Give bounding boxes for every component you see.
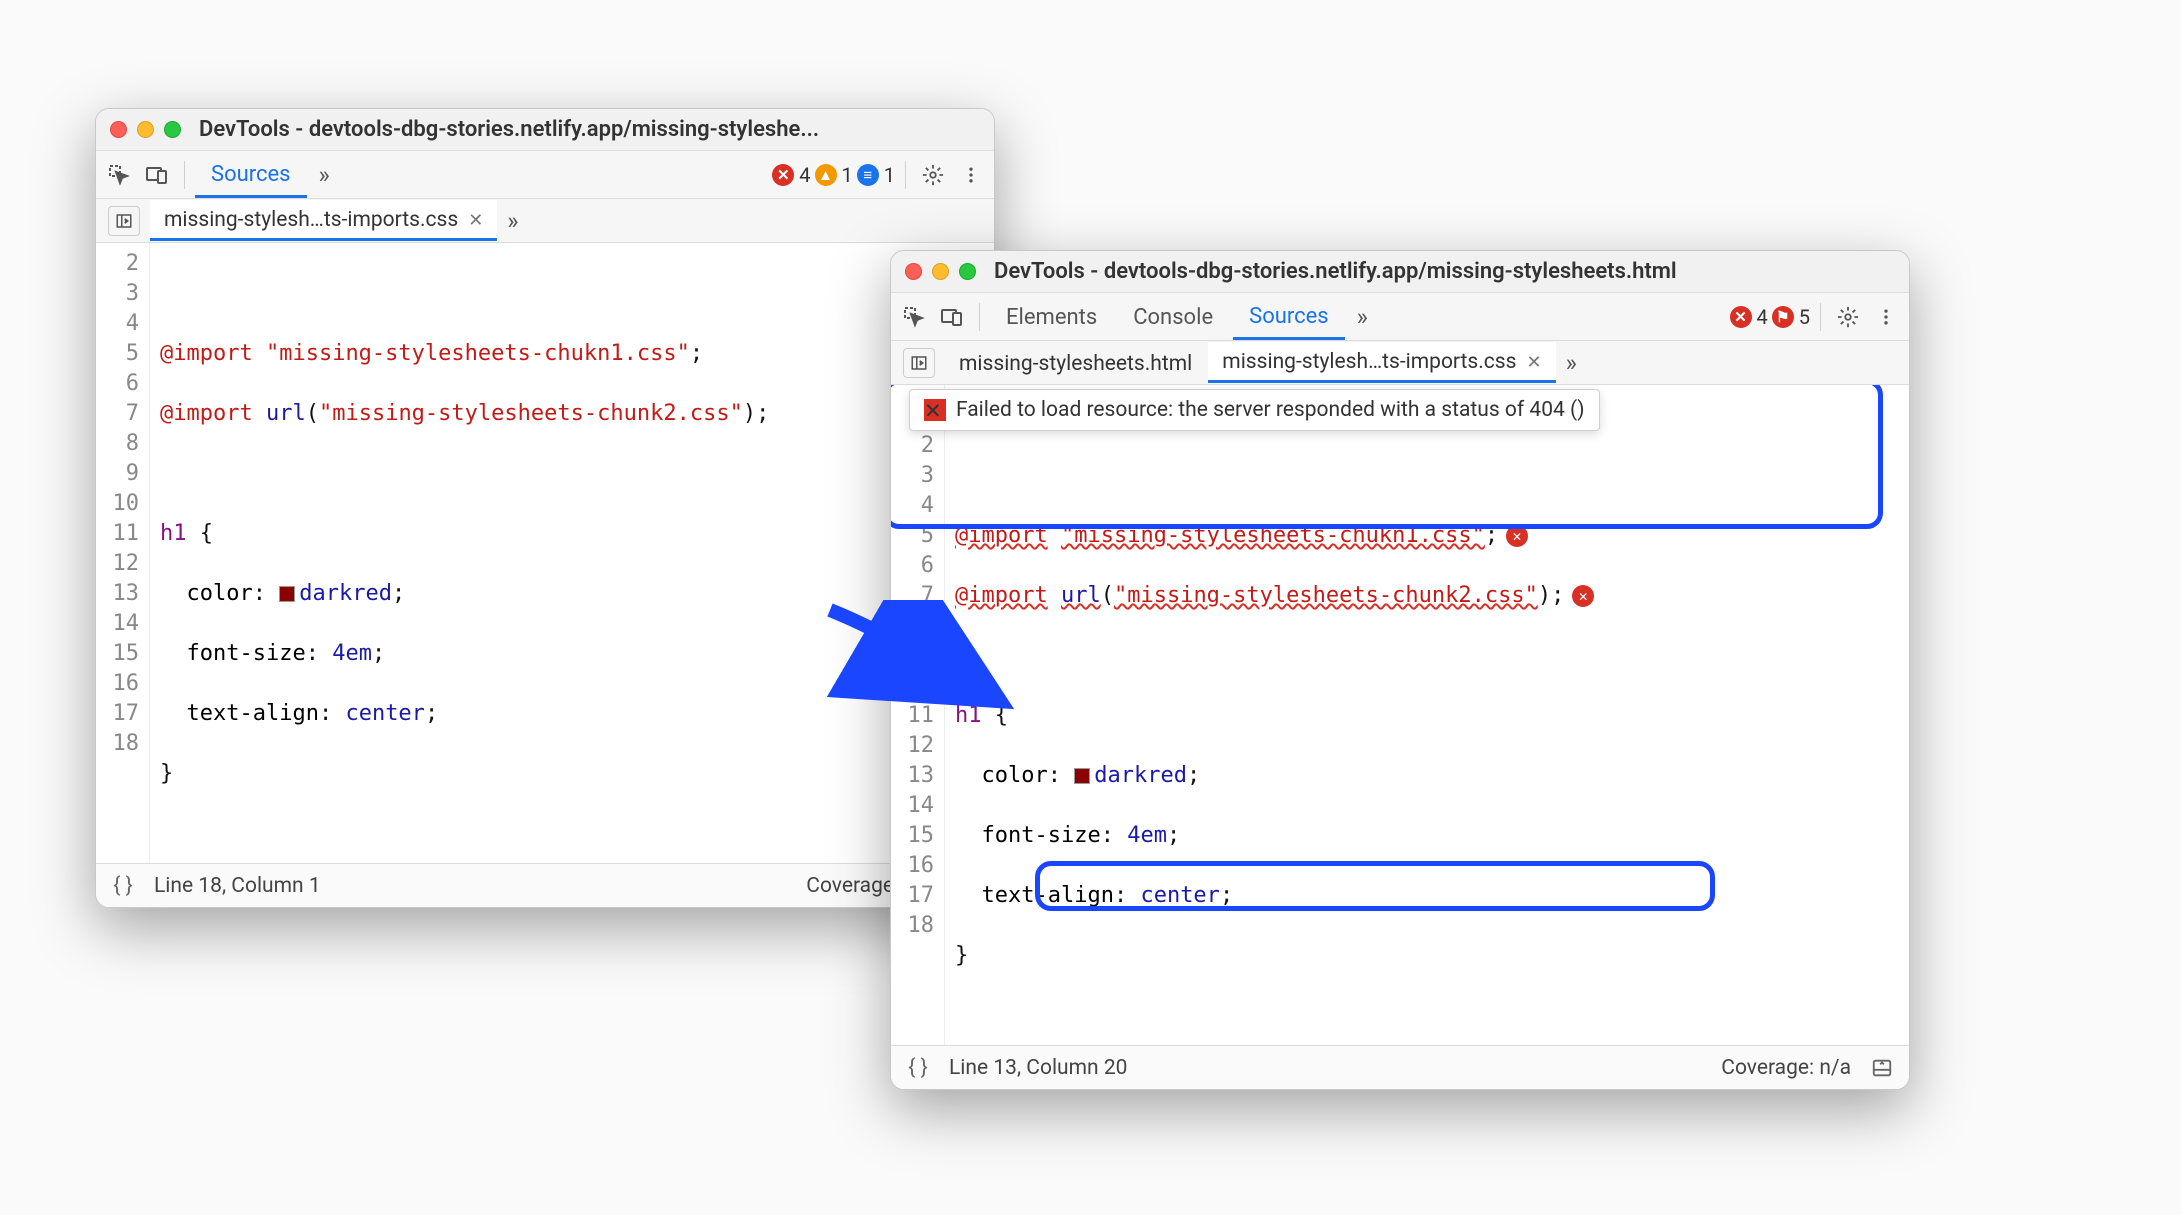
maximize-window-button[interactable] (164, 121, 181, 138)
more-files-icon[interactable]: » (499, 207, 526, 235)
inline-error-icon[interactable]: ✕ (1506, 525, 1528, 547)
device-toolbar-icon[interactable] (935, 300, 969, 334)
more-menu-icon[interactable] (1869, 300, 1903, 334)
color-swatch-icon[interactable] (1074, 768, 1090, 784)
cursor-position: Line 13, Column 20 (949, 1056, 1127, 1080)
error-count-badge[interactable]: ✕4 (772, 163, 810, 187)
file-tabstrip: missing-stylesheets.html missing-stylesh… (891, 341, 1909, 385)
file-tab-html[interactable]: missing-stylesheets.html (945, 344, 1206, 382)
info-count-badge[interactable]: ≡1 (857, 163, 895, 187)
more-files-icon[interactable]: » (1558, 349, 1585, 377)
file-tab-label: missing-stylesh…ts-imports.css (1222, 350, 1516, 374)
pretty-print-icon[interactable]: { } (905, 1055, 931, 1081)
maximize-window-button[interactable] (959, 263, 976, 280)
close-tab-icon[interactable]: ✕ (468, 210, 483, 231)
tooltip-text: Failed to load resource: the server resp… (956, 398, 1585, 422)
inline-error-icon[interactable]: ✕ (1572, 585, 1594, 607)
issues-count-badge[interactable]: ⚑5 (1772, 305, 1810, 329)
more-tabs-icon[interactable]: » (311, 161, 338, 189)
inspect-element-icon[interactable] (897, 300, 931, 334)
more-tabs-icon[interactable]: » (1349, 303, 1376, 331)
settings-icon[interactable] (1831, 300, 1865, 334)
warning-count-badge[interactable]: ▲1 (815, 163, 853, 187)
code-editor[interactable]: 23456789101112131415161718 @import "miss… (96, 243, 994, 863)
annotation-arrow-icon (820, 600, 1020, 720)
tab-sources[interactable]: Sources (1233, 294, 1345, 340)
devtools-window-right: DevTools - devtools-dbg-stories.netlify.… (890, 250, 1910, 1090)
cursor-position: Line 18, Column 1 (154, 874, 321, 898)
minimize-window-button[interactable] (137, 121, 154, 138)
tab-console[interactable]: Console (1117, 295, 1229, 338)
warning-icon: ▲ (815, 164, 837, 186)
main-tabstrip: Elements Console Sources » ✕4 ⚑5 (891, 293, 1909, 341)
navigator-toggle-icon[interactable] (108, 206, 140, 236)
minimize-window-button[interactable] (932, 263, 949, 280)
tab-sources[interactable]: Sources (195, 152, 307, 198)
code-editor[interactable]: ✕ Failed to load resource: the server re… (891, 385, 1909, 1045)
status-bar: { } Line 13, Column 20 Coverage: n/a (891, 1045, 1909, 1089)
file-tab-css[interactable]: missing-stylesh…ts-imports.css ✕ (150, 200, 497, 241)
navigator-toggle-icon[interactable] (903, 348, 935, 378)
settings-icon[interactable] (916, 158, 950, 192)
error-icon: ✕ (772, 164, 794, 186)
titlebar: DevTools - devtools-dbg-stories.netlify.… (96, 109, 994, 151)
traffic-lights (110, 121, 181, 138)
error-icon: ✕ (924, 399, 946, 421)
window-title: DevTools - devtools-dbg-stories.netlify.… (994, 259, 1677, 284)
coverage-status: Coverage: n/a (1721, 1056, 1851, 1080)
tab-elements[interactable]: Elements (990, 295, 1113, 338)
file-tabstrip: missing-stylesh…ts-imports.css ✕ » (96, 199, 994, 243)
window-title: DevTools - devtools-dbg-stories.netlify.… (199, 117, 819, 142)
titlebar: DevTools - devtools-dbg-stories.netlify.… (891, 251, 1909, 293)
error-icon: ✕ (1730, 306, 1752, 328)
inspect-element-icon[interactable] (102, 158, 136, 192)
color-swatch-icon[interactable] (279, 586, 295, 602)
traffic-lights (905, 263, 976, 280)
close-window-button[interactable] (905, 263, 922, 280)
file-tab-label: missing-stylesheets.html (959, 352, 1192, 376)
code-area[interactable]: @import "missing-stylesheets-chukn1.css"… (945, 385, 1909, 1045)
bottom-drawer-icon[interactable] (1869, 1055, 1895, 1081)
file-tab-label: missing-stylesh…ts-imports.css (164, 208, 458, 232)
more-menu-icon[interactable] (954, 158, 988, 192)
main-tabstrip: Sources » ✕4 ▲1 ≡1 (96, 151, 994, 199)
device-toolbar-icon[interactable] (140, 158, 174, 192)
pretty-print-icon[interactable]: { } (110, 873, 136, 899)
error-count-badge[interactable]: ✕4 (1730, 305, 1768, 329)
info-icon: ≡ (857, 164, 879, 186)
error-tooltip: ✕ Failed to load resource: the server re… (909, 389, 1600, 431)
close-window-button[interactable] (110, 121, 127, 138)
file-tab-css[interactable]: missing-stylesh…ts-imports.css ✕ (1208, 342, 1555, 383)
status-bar: { } Line 18, Column 1 Coverage: n/a (96, 863, 994, 907)
devtools-window-left: DevTools - devtools-dbg-stories.netlify.… (95, 108, 995, 908)
code-area[interactable]: @import "missing-stylesheets-chukn1.css"… (150, 243, 994, 863)
issue-icon: ⚑ (1772, 306, 1794, 328)
close-tab-icon[interactable]: ✕ (1526, 352, 1541, 373)
line-gutter: 23456789101112131415161718 (96, 243, 150, 863)
